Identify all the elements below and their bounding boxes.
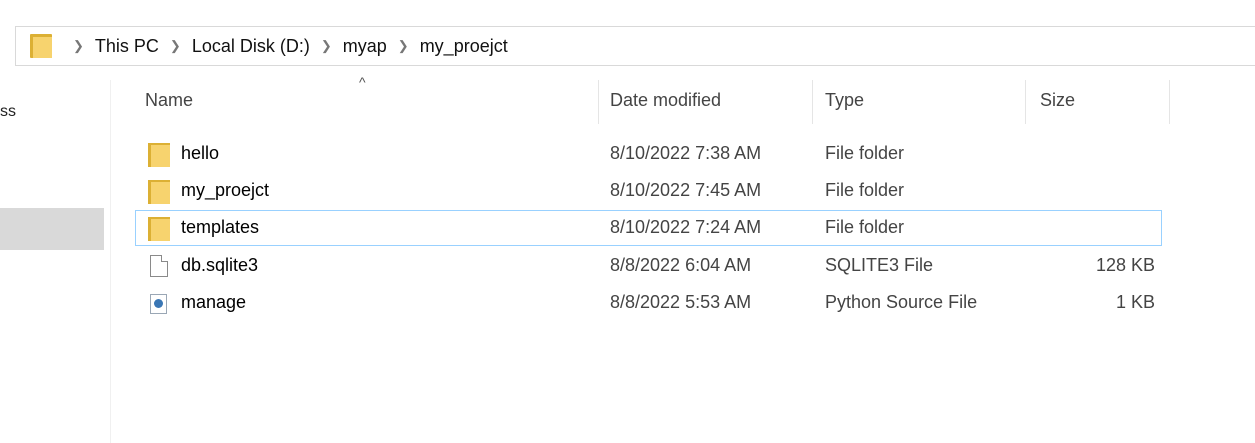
column-divider[interactable] [1169,80,1170,124]
folder-icon [148,217,170,241]
column-divider[interactable] [1025,80,1026,124]
file-row-selected[interactable]: templates 8/10/2022 7:24 AM File folder [135,210,1162,246]
breadcrumb-my-proejct[interactable]: my_proejct [420,36,508,57]
breadcrumb-myap[interactable]: myap [343,36,387,57]
chevron-right-icon[interactable]: ❯ [170,38,181,54]
sort-ascending-icon: ^ [359,74,366,90]
column-divider[interactable] [598,80,599,124]
file-type: File folder [825,217,905,237]
file-size: 128 KB [1095,255,1155,275]
file-date-modified: 8/8/2022 6:04 AM [610,255,752,275]
column-header-name[interactable]: Name [145,90,193,111]
file-size: 1 KB [1115,292,1155,312]
file-name: templates [181,217,260,237]
column-header-type[interactable]: Type [825,90,864,111]
file-row[interactable]: manage 8/8/2022 5:53 AM Python Source Fi… [135,285,1162,321]
breadcrumb-this-pc[interactable]: This PC [95,36,159,57]
pane-divider[interactable] [110,80,111,443]
column-header-size[interactable]: Size [1040,90,1075,111]
python-file-icon [150,294,167,314]
chevron-right-icon[interactable]: ❯ [398,38,409,54]
file-date-modified: 8/10/2022 7:24 AM [610,217,762,237]
file-row[interactable]: hello 8/10/2022 7:38 AM File folder [135,136,1162,172]
folder-icon [148,143,170,167]
folder-icon [148,180,170,204]
file-type: File folder [825,180,905,200]
file-name: my_proejct [181,180,270,200]
file-name: manage [181,292,247,312]
chevron-right-icon[interactable]: ❯ [321,38,332,54]
nav-pane-selected-item[interactable] [0,208,104,250]
file-date-modified: 8/8/2022 5:53 AM [610,292,752,312]
file-name: hello [181,143,220,163]
file-name: db.sqlite3 [181,255,259,275]
breadcrumb-local-disk[interactable]: Local Disk (D:) [192,36,310,57]
file-type: File folder [825,143,905,163]
file-icon [150,255,168,277]
breadcrumb: ❯ This PC ❯ Local Disk (D:) ❯ myap ❯ my_… [62,36,508,57]
file-type: SQLITE3 File [825,255,934,275]
column-divider[interactable] [812,80,813,124]
file-row[interactable]: my_proejct 8/10/2022 7:45 AM File folder [135,173,1162,209]
file-date-modified: 8/10/2022 7:45 AM [610,180,762,200]
nav-pane-item-label[interactable]: ss [0,103,16,121]
file-type: Python Source File [825,292,978,312]
file-row[interactable]: db.sqlite3 8/8/2022 6:04 AM SQLITE3 File… [135,248,1162,284]
folder-icon [30,34,52,58]
address-bar[interactable]: ❯ This PC ❯ Local Disk (D:) ❯ myap ❯ my_… [15,26,1255,66]
file-date-modified: 8/10/2022 7:38 AM [610,143,762,163]
column-header-date-modified[interactable]: Date modified [610,90,721,111]
chevron-right-icon[interactable]: ❯ [73,38,84,54]
